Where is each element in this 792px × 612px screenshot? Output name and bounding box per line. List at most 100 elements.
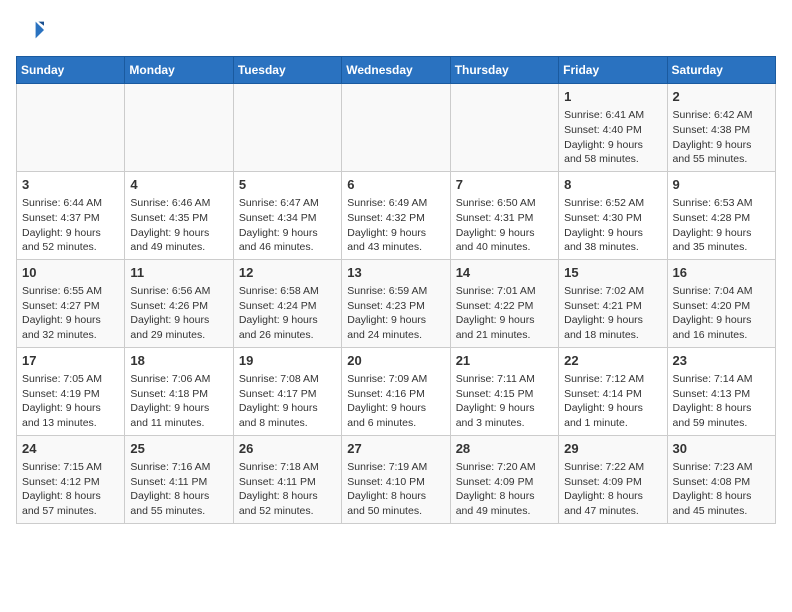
day-info: Sunset: 4:15 PM (456, 387, 553, 402)
day-info: Sunrise: 7:12 AM (564, 372, 661, 387)
day-info: Sunset: 4:40 PM (564, 123, 661, 138)
calendar-cell: 3Sunrise: 6:44 AMSunset: 4:37 PMDaylight… (17, 171, 125, 259)
day-info: Sunrise: 6:59 AM (347, 284, 444, 299)
calendar-cell: 28Sunrise: 7:20 AMSunset: 4:09 PMDayligh… (450, 435, 558, 523)
day-info: Daylight: 9 hours and 46 minutes. (239, 226, 336, 255)
calendar-cell: 7Sunrise: 6:50 AMSunset: 4:31 PMDaylight… (450, 171, 558, 259)
day-info: Sunrise: 7:06 AM (130, 372, 227, 387)
calendar-week-3: 10Sunrise: 6:55 AMSunset: 4:27 PMDayligh… (17, 259, 776, 347)
weekday-header-tuesday: Tuesday (233, 57, 341, 84)
day-number: 19 (239, 352, 336, 370)
day-info: Daylight: 9 hours and 13 minutes. (22, 401, 119, 430)
day-number: 25 (130, 440, 227, 458)
day-info: Daylight: 8 hours and 50 minutes. (347, 489, 444, 518)
page-header (16, 16, 776, 44)
day-info: Sunset: 4:27 PM (22, 299, 119, 314)
day-number: 8 (564, 176, 661, 194)
day-number: 18 (130, 352, 227, 370)
calendar-cell: 22Sunrise: 7:12 AMSunset: 4:14 PMDayligh… (559, 347, 667, 435)
day-info: Daylight: 9 hours and 16 minutes. (673, 313, 770, 342)
calendar-cell: 10 Sunrise: 6:55 AMSunset: 4:27 PMDayligh… (17, 259, 125, 347)
calendar-week-1: 1Sunrise: 6:41 AMSunset: 4:40 PMDaylight… (17, 84, 776, 172)
day-info: Daylight: 9 hours and 29 minutes. (130, 313, 227, 342)
day-info: Daylight: 9 hours and 55 minutes. (673, 138, 770, 167)
day-info: Sunset: 4:34 PM (239, 211, 336, 226)
day-info: Daylight: 9 hours and 52 minutes. (22, 226, 119, 255)
day-info: Sunrise: 7:11 AM (456, 372, 553, 387)
day-info: Sunset: 4:28 PM (673, 211, 770, 226)
day-info: Sunset: 4:19 PM (22, 387, 119, 402)
day-number: 30 (673, 440, 770, 458)
day-info: Sunset: 4:13 PM (673, 387, 770, 402)
calendar-cell (233, 84, 341, 172)
day-number: 15 (564, 264, 661, 282)
day-info: Sunset: 4:30 PM (564, 211, 661, 226)
day-number: 28 (456, 440, 553, 458)
day-info: Sunset: 4:16 PM (347, 387, 444, 402)
day-info: Daylight: 9 hours and 43 minutes. (347, 226, 444, 255)
day-info: Sunrise: 7:23 AM (673, 460, 770, 475)
day-info: Sunrise: 6:47 AM (239, 196, 336, 211)
day-info: Sunset: 4:26 PM (130, 299, 227, 314)
day-info: Daylight: 8 hours and 49 minutes. (456, 489, 553, 518)
day-info: Daylight: 9 hours and 58 minutes. (564, 138, 661, 167)
day-info: Sunrise: 7:18 AM (239, 460, 336, 475)
day-info: Sunset: 4:14 PM (564, 387, 661, 402)
day-info: Sunset: 4:08 PM (673, 475, 770, 490)
calendar-cell: 24Sunrise: 7:15 AMSunset: 4:12 PMDayligh… (17, 435, 125, 523)
calendar-cell: 18Sunrise: 7:06 AMSunset: 4:18 PMDayligh… (125, 347, 233, 435)
day-info: Sunset: 4:38 PM (673, 123, 770, 138)
day-number: 11 (130, 264, 227, 282)
day-info: Daylight: 9 hours and 26 minutes. (239, 313, 336, 342)
day-info: Sunrise: 6:58 AM (239, 284, 336, 299)
day-info: Daylight: 9 hours and 21 minutes. (456, 313, 553, 342)
day-info: Daylight: 9 hours and 18 minutes. (564, 313, 661, 342)
day-info: Sunrise: 7:16 AM (130, 460, 227, 475)
day-info: Sunset: 4:11 PM (239, 475, 336, 490)
calendar-cell: 19Sunrise: 7:08 AMSunset: 4:17 PMDayligh… (233, 347, 341, 435)
calendar-cell: 17 Sunrise: 7:05 AMSunset: 4:19 PMDayligh… (17, 347, 125, 435)
day-number: 3 (22, 176, 119, 194)
day-info: Sunset: 4:22 PM (456, 299, 553, 314)
calendar-table: SundayMondayTuesdayWednesdayThursdayFrid… (16, 56, 776, 524)
calendar-cell: 6Sunrise: 6:49 AMSunset: 4:32 PMDaylight… (342, 171, 450, 259)
weekday-header-sunday: Sunday (17, 57, 125, 84)
day-info: Sunrise: 7:15 AM (22, 460, 119, 475)
day-number: 17 (22, 352, 119, 370)
day-info: Sunset: 4:24 PM (239, 299, 336, 314)
day-info: Sunrise: 7:05 AM (22, 372, 119, 387)
day-info: Sunrise: 7:19 AM (347, 460, 444, 475)
day-info: Daylight: 9 hours and 38 minutes. (564, 226, 661, 255)
day-info: Daylight: 9 hours and 1 minute. (564, 401, 661, 430)
day-info: Sunrise: 7:01 AM (456, 284, 553, 299)
day-info: Sunrise: 7:04 AM (673, 284, 770, 299)
day-info: Sunrise: 6:50 AM (456, 196, 553, 211)
day-info: Daylight: 8 hours and 59 minutes. (673, 401, 770, 430)
calendar-cell: 4Sunrise: 6:46 AMSunset: 4:35 PMDaylight… (125, 171, 233, 259)
day-info: Sunrise: 6:41 AM (564, 108, 661, 123)
day-info: Daylight: 9 hours and 32 minutes. (22, 313, 119, 342)
calendar-cell (450, 84, 558, 172)
calendar-cell: 15Sunrise: 7:02 AMSunset: 4:21 PMDayligh… (559, 259, 667, 347)
weekday-header-wednesday: Wednesday (342, 57, 450, 84)
day-info: Sunset: 4:20 PM (673, 299, 770, 314)
day-number: 12 (239, 264, 336, 282)
day-info: Sunrise: 6:49 AM (347, 196, 444, 211)
day-info: Sunset: 4:21 PM (564, 299, 661, 314)
calendar-cell: 20Sunrise: 7:09 AMSunset: 4:16 PMDayligh… (342, 347, 450, 435)
day-info: Daylight: 9 hours and 6 minutes. (347, 401, 444, 430)
day-number: 10 (22, 264, 119, 282)
day-info: Sunrise: 7:14 AM (673, 372, 770, 387)
calendar-cell: 11Sunrise: 6:56 AMSunset: 4:26 PMDayligh… (125, 259, 233, 347)
day-info: Sunrise: 6:46 AM (130, 196, 227, 211)
calendar-cell: 23Sunrise: 7:14 AMSunset: 4:13 PMDayligh… (667, 347, 775, 435)
day-number: 24 (22, 440, 119, 458)
day-number: 13 (347, 264, 444, 282)
day-info: Sunset: 4:18 PM (130, 387, 227, 402)
calendar-cell: 1Sunrise: 6:41 AMSunset: 4:40 PMDaylight… (559, 84, 667, 172)
day-info: Sunrise: 6:55 AM (22, 284, 119, 299)
calendar-cell: 14Sunrise: 7:01 AMSunset: 4:22 PMDayligh… (450, 259, 558, 347)
calendar-cell: 12 Sunrise: 6:58 AMSunset: 4:24 PMDayligh… (233, 259, 341, 347)
logo-icon (16, 16, 44, 44)
day-info: Daylight: 8 hours and 45 minutes. (673, 489, 770, 518)
